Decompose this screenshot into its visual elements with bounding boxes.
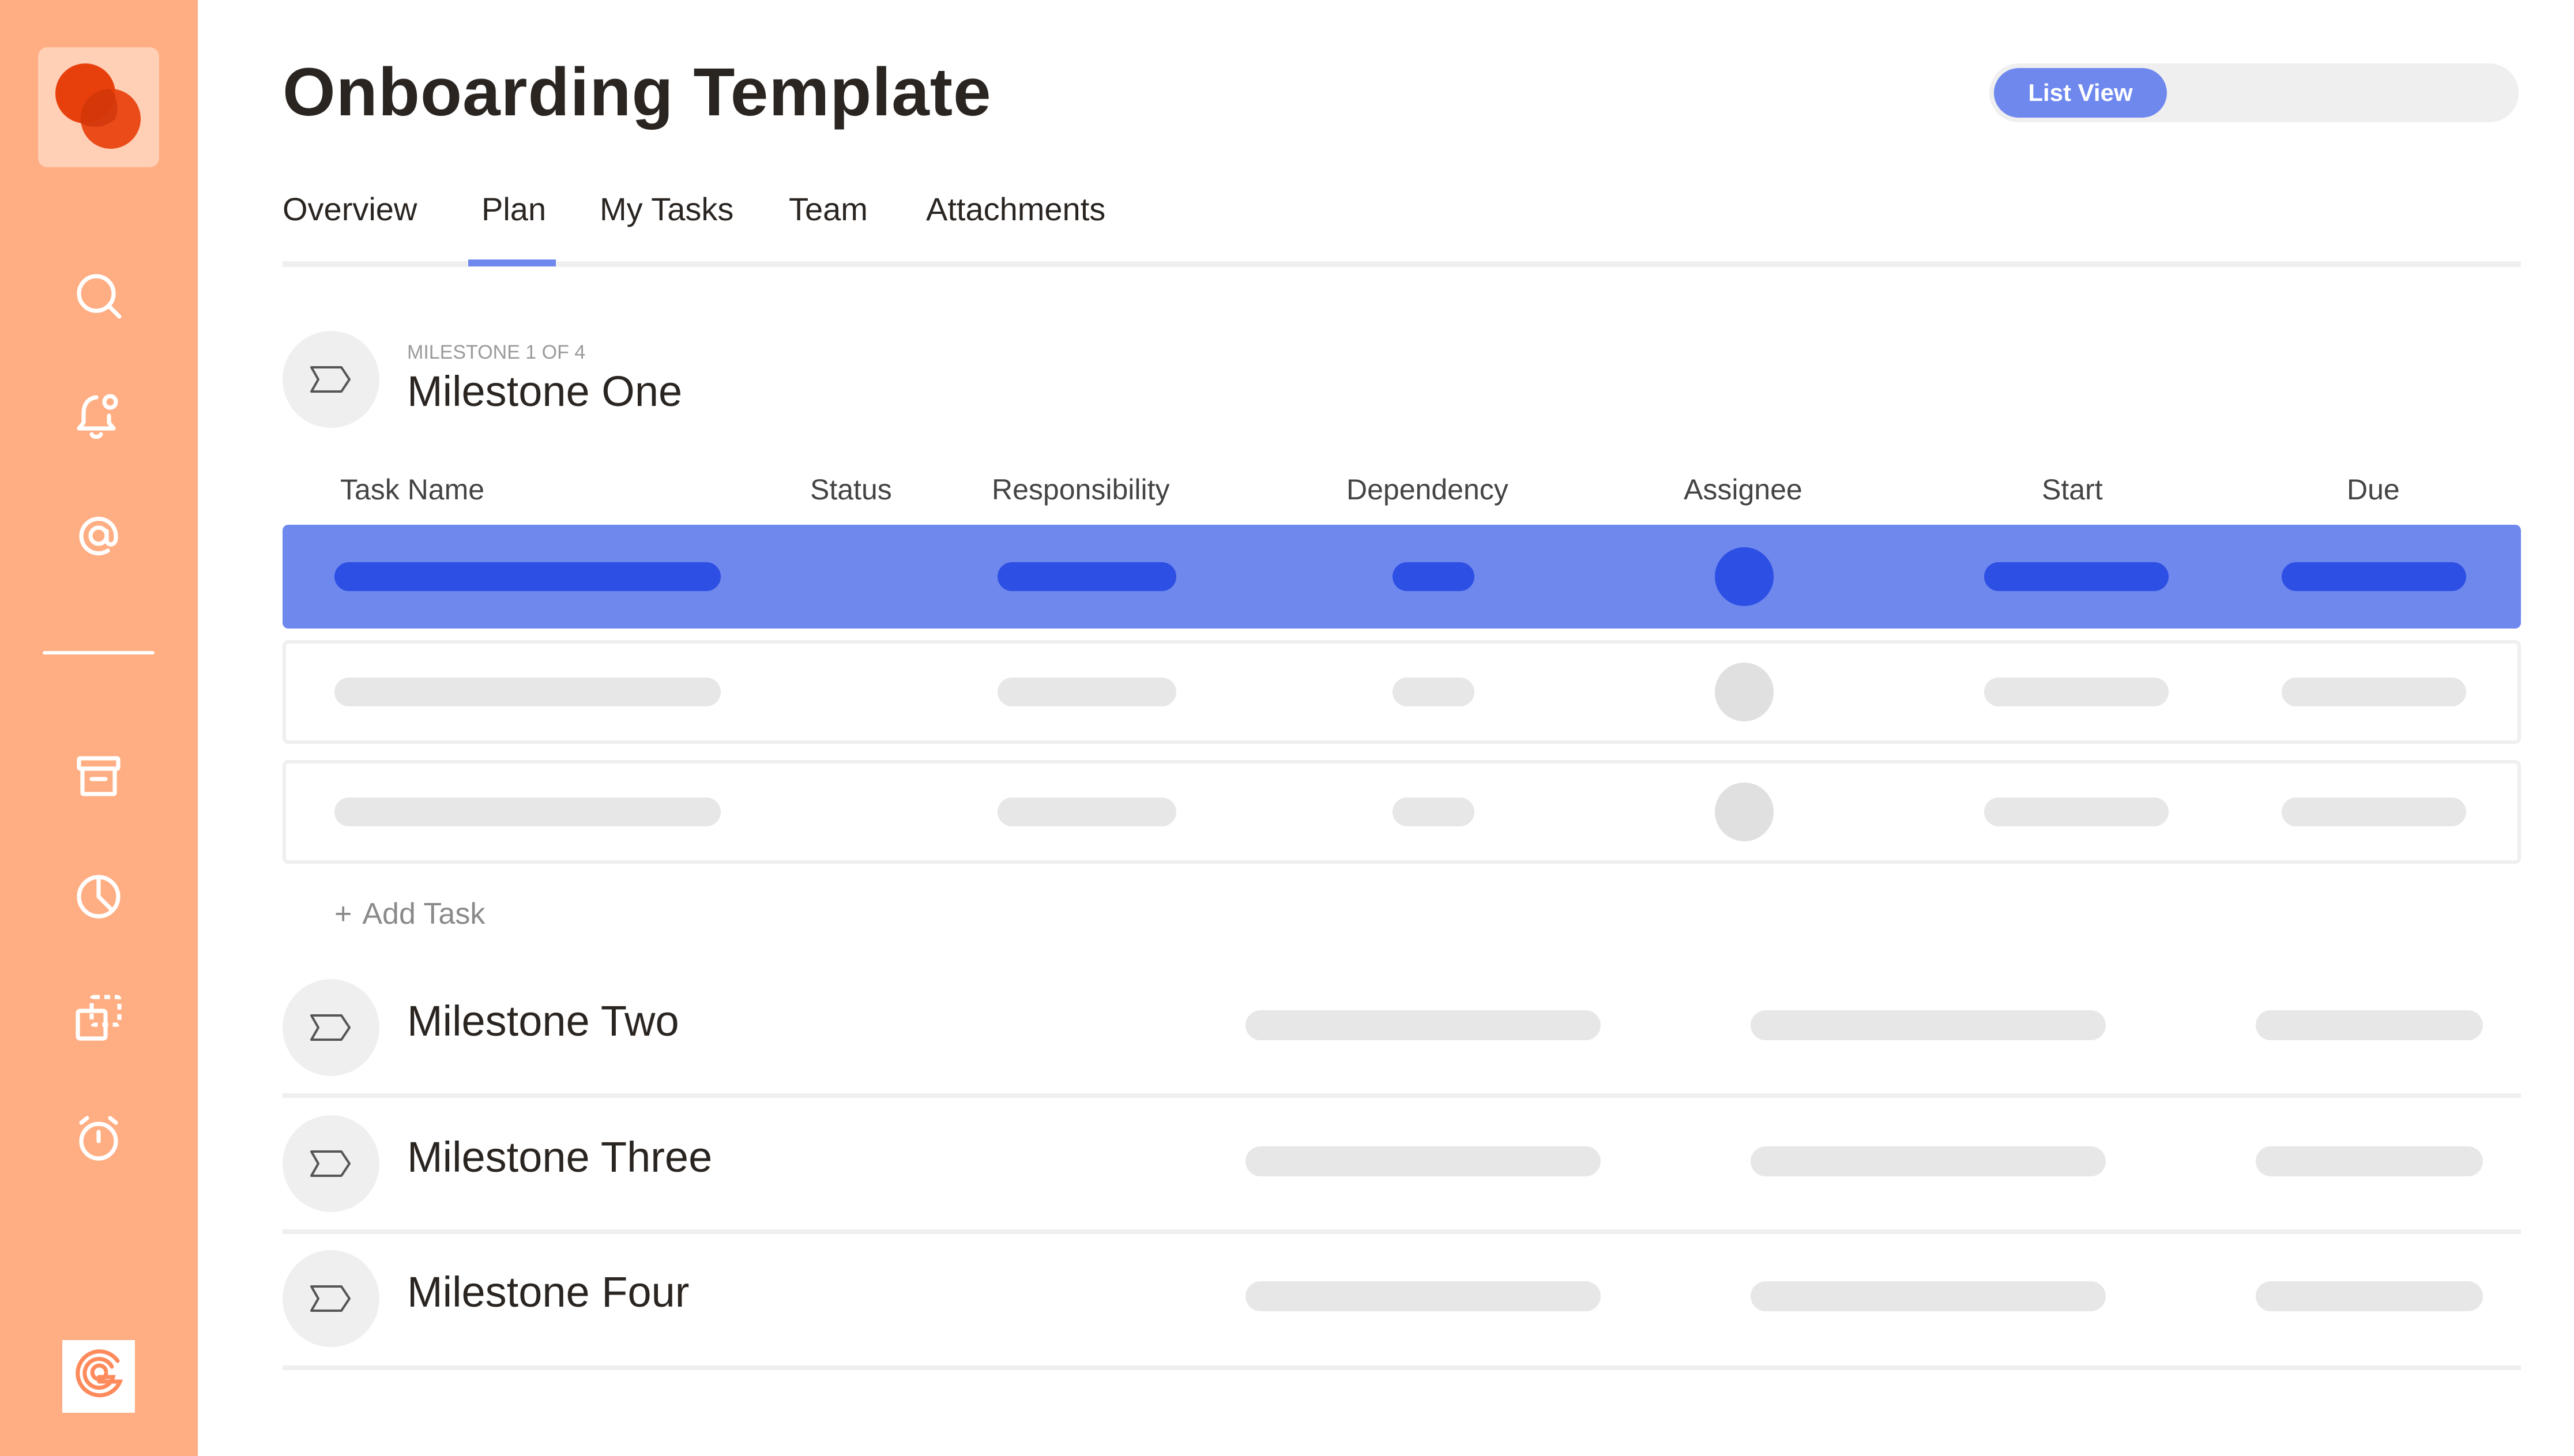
milestone-flag-icon[interactable] bbox=[283, 1250, 379, 1347]
start-date-placeholder bbox=[1984, 678, 2169, 706]
table-row[interactable] bbox=[283, 525, 2521, 629]
milestone-placeholder bbox=[2256, 1281, 2483, 1311]
add-task-button[interactable]: + Add Task bbox=[334, 897, 485, 931]
milestone-divider bbox=[283, 1093, 2521, 1098]
milestone-divider bbox=[283, 1365, 2521, 1370]
due-date-placeholder bbox=[2282, 797, 2466, 826]
column-header-due[interactable]: Due bbox=[2347, 473, 2400, 506]
view-toggle[interactable]: List View bbox=[1989, 63, 2519, 122]
milestone-kicker: MILESTONE 1 OF 4 bbox=[407, 341, 586, 363]
sidebar-divider bbox=[43, 651, 155, 654]
milestone-flag-icon[interactable] bbox=[283, 331, 379, 428]
g-brand-icon[interactable] bbox=[62, 1340, 135, 1413]
task-name-placeholder bbox=[334, 678, 721, 706]
dependency-placeholder bbox=[1393, 562, 1474, 591]
overlapping-circles-logo[interactable] bbox=[38, 47, 159, 167]
plus-icon: + bbox=[334, 897, 352, 931]
tab-team[interactable]: Team bbox=[789, 190, 868, 228]
milestone-placeholder bbox=[1751, 1146, 2106, 1176]
milestone-title[interactable]: Milestone Three bbox=[407, 1133, 712, 1182]
milestone-title[interactable]: Milestone Four bbox=[407, 1267, 689, 1316]
milestone-flag-icon[interactable] bbox=[283, 979, 379, 1076]
due-date-placeholder bbox=[2282, 678, 2466, 706]
milestone-title[interactable]: Milestone One bbox=[407, 367, 682, 416]
milestone-divider bbox=[283, 1229, 2521, 1234]
milestone-placeholder bbox=[1245, 1146, 1601, 1176]
milestone-placeholder bbox=[1751, 1281, 2106, 1311]
avatar[interactable] bbox=[1715, 547, 1774, 606]
task-name-placeholder bbox=[334, 562, 721, 591]
due-date-placeholder bbox=[2282, 562, 2466, 591]
tab-plan[interactable]: Plan bbox=[481, 190, 546, 228]
milestone-placeholder bbox=[1245, 1010, 1601, 1040]
start-date-placeholder bbox=[1984, 797, 2169, 826]
column-header-start[interactable]: Start bbox=[2042, 473, 2103, 506]
start-date-placeholder bbox=[1984, 562, 2169, 591]
list-view-button[interactable]: List View bbox=[1994, 68, 2167, 118]
responsibility-placeholder bbox=[998, 678, 1176, 706]
responsibility-placeholder bbox=[998, 797, 1176, 826]
stopwatch-icon[interactable] bbox=[68, 1107, 129, 1168]
tab-overview[interactable]: Overview bbox=[283, 190, 417, 228]
sidebar bbox=[0, 0, 198, 1456]
tab-my-tasks[interactable]: My Tasks bbox=[600, 190, 733, 228]
pie-chart-icon[interactable] bbox=[68, 866, 129, 927]
milestone-title[interactable]: Milestone Two bbox=[407, 996, 679, 1045]
dependency-placeholder bbox=[1393, 797, 1474, 826]
milestone-placeholder bbox=[2256, 1010, 2483, 1040]
tab-attachments[interactable]: Attachments bbox=[926, 190, 1105, 228]
column-header-responsibility[interactable]: Responsibility bbox=[992, 473, 1169, 506]
dependency-placeholder bbox=[1393, 678, 1474, 706]
table-row[interactable] bbox=[283, 760, 2521, 864]
table-row[interactable] bbox=[283, 640, 2521, 744]
column-header-assignee[interactable]: Assignee bbox=[1684, 473, 1802, 506]
tab-bar: Overview Plan My Tasks Team Attachments bbox=[283, 190, 2521, 271]
avatar[interactable] bbox=[1715, 663, 1774, 721]
archive-icon[interactable] bbox=[68, 745, 129, 806]
column-header-dependency[interactable]: Dependency bbox=[1346, 473, 1508, 506]
milestone-flag-icon[interactable] bbox=[283, 1115, 379, 1212]
bell-icon[interactable] bbox=[68, 385, 129, 446]
add-task-label: Add Task bbox=[362, 897, 486, 931]
avatar[interactable] bbox=[1715, 782, 1774, 841]
milestone-placeholder bbox=[1751, 1010, 2106, 1040]
at-sign-icon[interactable] bbox=[68, 505, 129, 566]
search-icon[interactable] bbox=[68, 265, 129, 326]
app-window: Onboarding Template List View Overview P… bbox=[0, 0, 2574, 1456]
active-tab-indicator bbox=[468, 259, 556, 266]
responsibility-placeholder bbox=[998, 562, 1176, 591]
milestone-placeholder bbox=[1245, 1281, 1601, 1311]
page-title: Onboarding Template bbox=[283, 54, 992, 130]
milestone-placeholder bbox=[2256, 1146, 2483, 1176]
tabs-divider bbox=[283, 261, 2521, 267]
column-header-status[interactable]: Status bbox=[810, 473, 892, 506]
duplicate-icon[interactable] bbox=[68, 987, 129, 1048]
column-header-task-name[interactable]: Task Name bbox=[340, 473, 484, 506]
task-name-placeholder bbox=[334, 797, 721, 826]
